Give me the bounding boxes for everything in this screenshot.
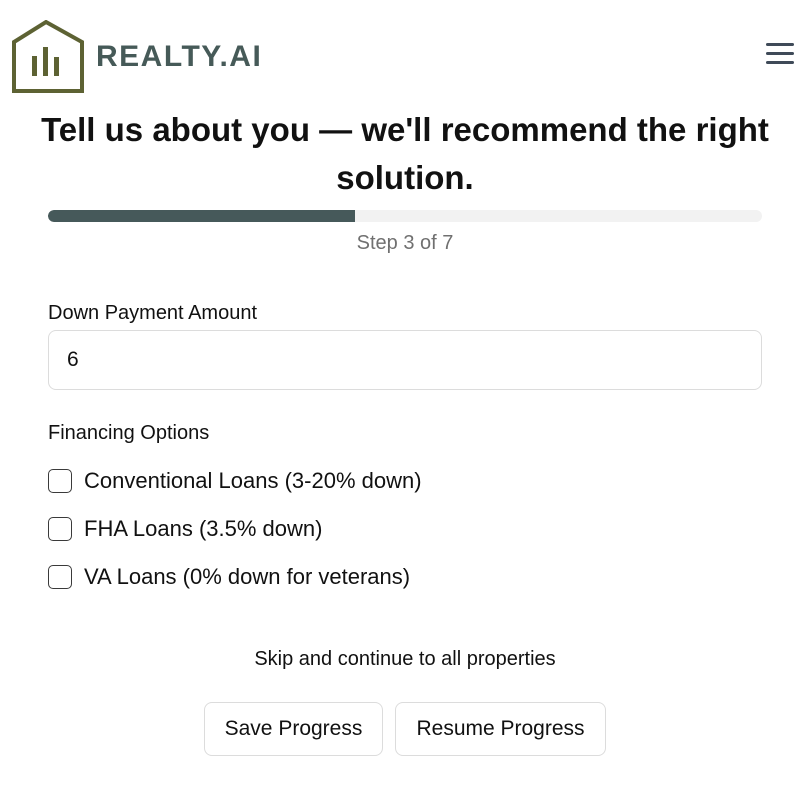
fha-loans-checkbox[interactable] [48, 517, 72, 541]
option-va-loans[interactable]: VA Loans (0% down for veterans) [48, 562, 410, 592]
progress-fill [48, 210, 356, 222]
option-label: Conventional Loans (3-20% down) [84, 468, 422, 493]
option-label: FHA Loans (3.5% down) [84, 516, 323, 541]
brand-name[interactable]: REALTY.AI [96, 40, 262, 74]
skip-link[interactable]: Skip and continue to all properties [0, 648, 802, 671]
hamburger-menu-icon[interactable] [764, 40, 796, 68]
down-payment-input[interactable] [48, 330, 762, 390]
conventional-loans-checkbox[interactable] [48, 469, 72, 493]
option-label: VA Loans (0% down for veterans) [84, 564, 411, 589]
va-loans-checkbox[interactable] [48, 565, 72, 589]
option-conventional-loans[interactable]: Conventional Loans (3-20% down) [48, 466, 422, 496]
resume-progress-button[interactable]: Resume Progress [395, 702, 606, 756]
house-chart-icon[interactable] [12, 20, 85, 93]
down-payment-label: Down Payment Amount [48, 302, 257, 324]
save-progress-button[interactable]: Save Progress [204, 702, 383, 756]
step-indicator: Step 3 of 7 [356, 232, 454, 254]
option-fha-loans[interactable]: FHA Loans (3.5% down) [48, 514, 322, 544]
header: REALTY.AI [0, 0, 802, 110]
page-title: Tell us about you — we'll recommend the … [41, 111, 769, 196]
progress-bar [48, 210, 762, 222]
financing-options-label: Financing Options [48, 422, 210, 444]
